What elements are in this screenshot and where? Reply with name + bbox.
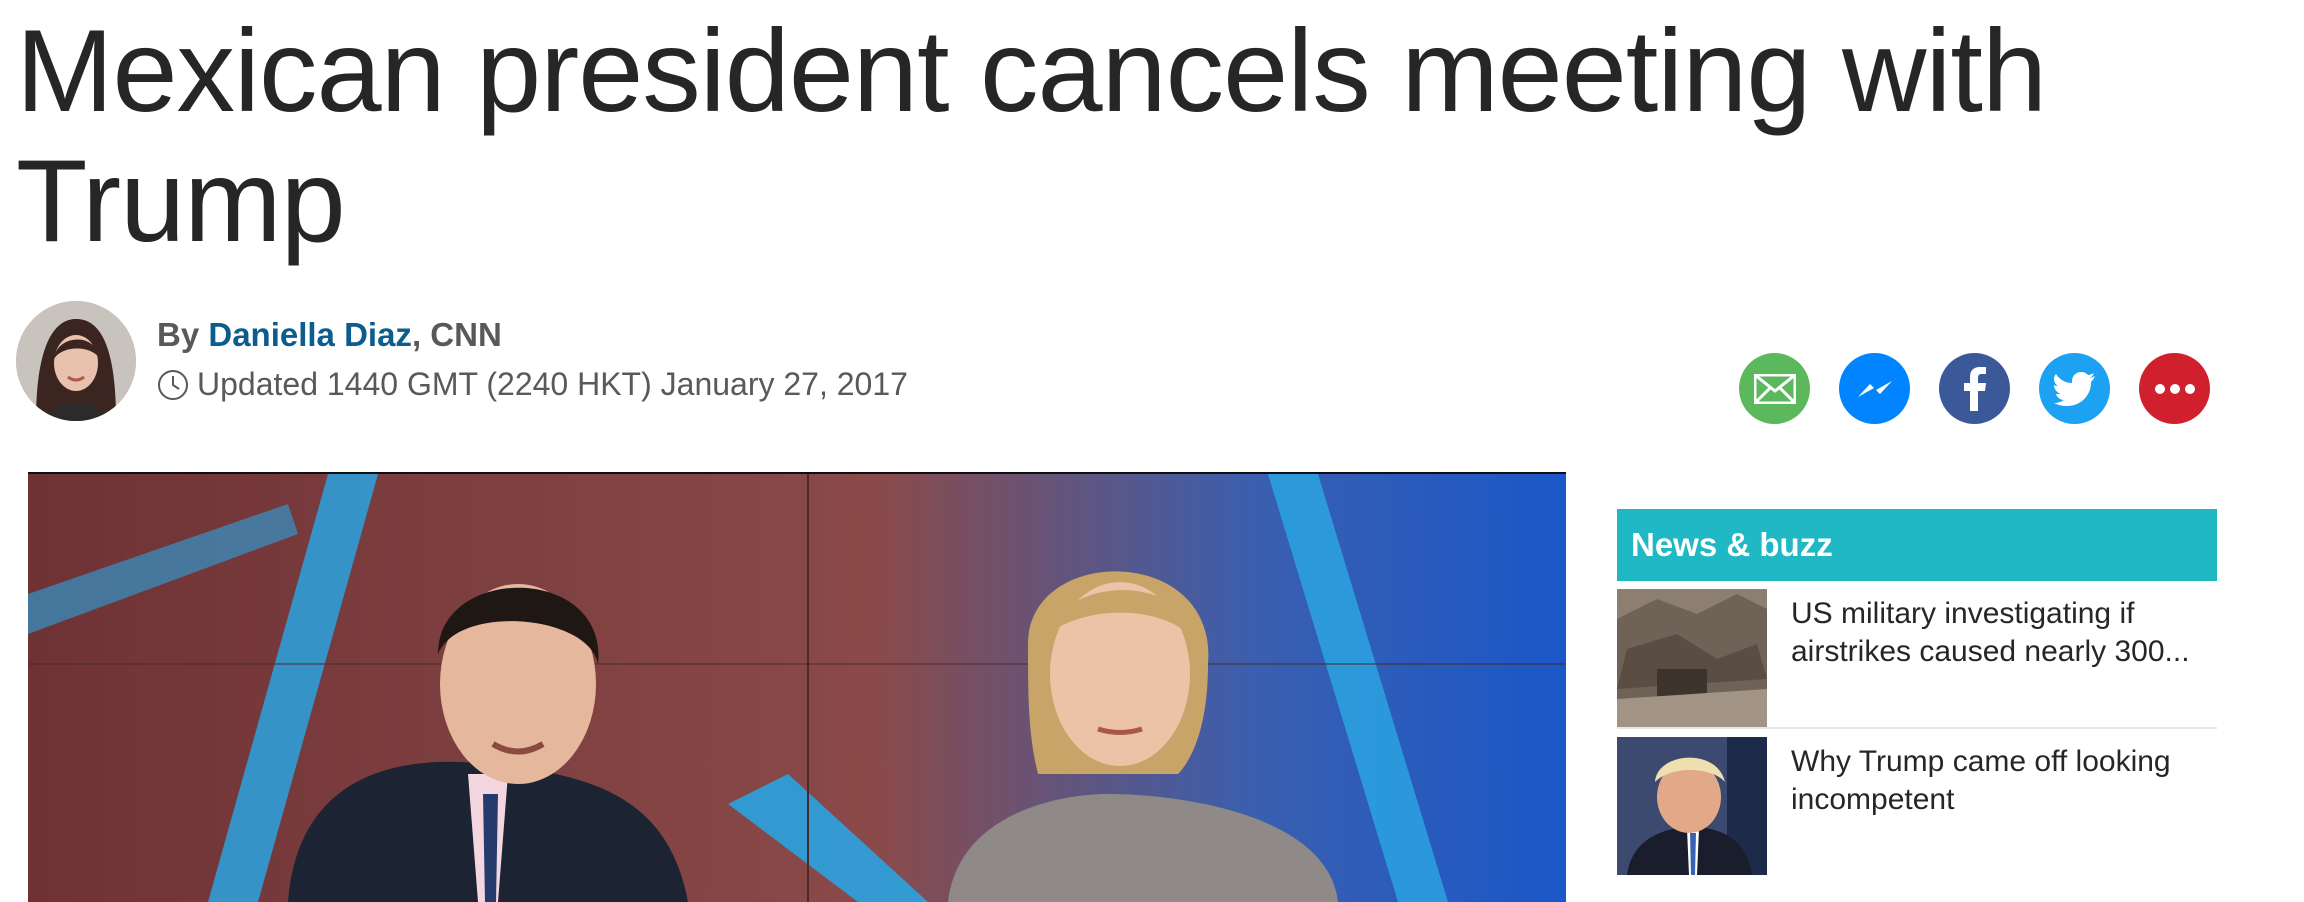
messenger-share-button[interactable] [1839,353,1910,424]
story-thumbnail[interactable] [1617,737,1767,875]
facebook-share-button[interactable] [1939,353,2010,424]
byline: By Daniella Diaz, CNN [157,316,502,354]
more-share-button[interactable] [2139,353,2210,424]
more-icon [2154,383,2195,394]
headline: Mexican president cancels meeting with T… [16,5,2047,266]
author-link[interactable]: Daniella Diaz [208,316,412,353]
updated-timestamp: Updated 1440 GMT (2240 HKT) January 27, … [157,366,908,403]
hero-image [28,474,1566,902]
byline-prefix: By [157,316,200,353]
story-thumbnail[interactable] [1617,589,1767,727]
email-icon [1753,373,1796,404]
clock-icon [158,369,188,400]
sidebar-story[interactable]: Why Trump came off looking incompetent [1617,729,2217,877]
byline-separator: , [411,316,431,353]
story-headline[interactable]: Why Trump came off looking incompetent [1791,743,2191,877]
sidebar-title: News & buzz [1617,509,2217,581]
news-buzz-sidebar: News & buzz US military investigating if… [1617,509,2217,877]
sidebar-story[interactable]: US military investigating if airstrikes … [1617,581,2217,729]
author-avatar[interactable] [16,301,136,421]
hero-video[interactable] [28,472,1566,902]
updated-text: Updated 1440 GMT (2240 HKT) January 27, … [197,366,908,402]
messenger-icon [1857,380,1892,397]
story-headline[interactable]: US military investigating if airstrikes … [1791,595,2191,727]
byline-org: CNN [430,316,502,353]
facebook-icon [1963,366,1986,411]
twitter-share-button[interactable] [2039,353,2110,424]
email-share-button[interactable] [1739,353,1810,424]
twitter-icon [2053,371,2095,406]
